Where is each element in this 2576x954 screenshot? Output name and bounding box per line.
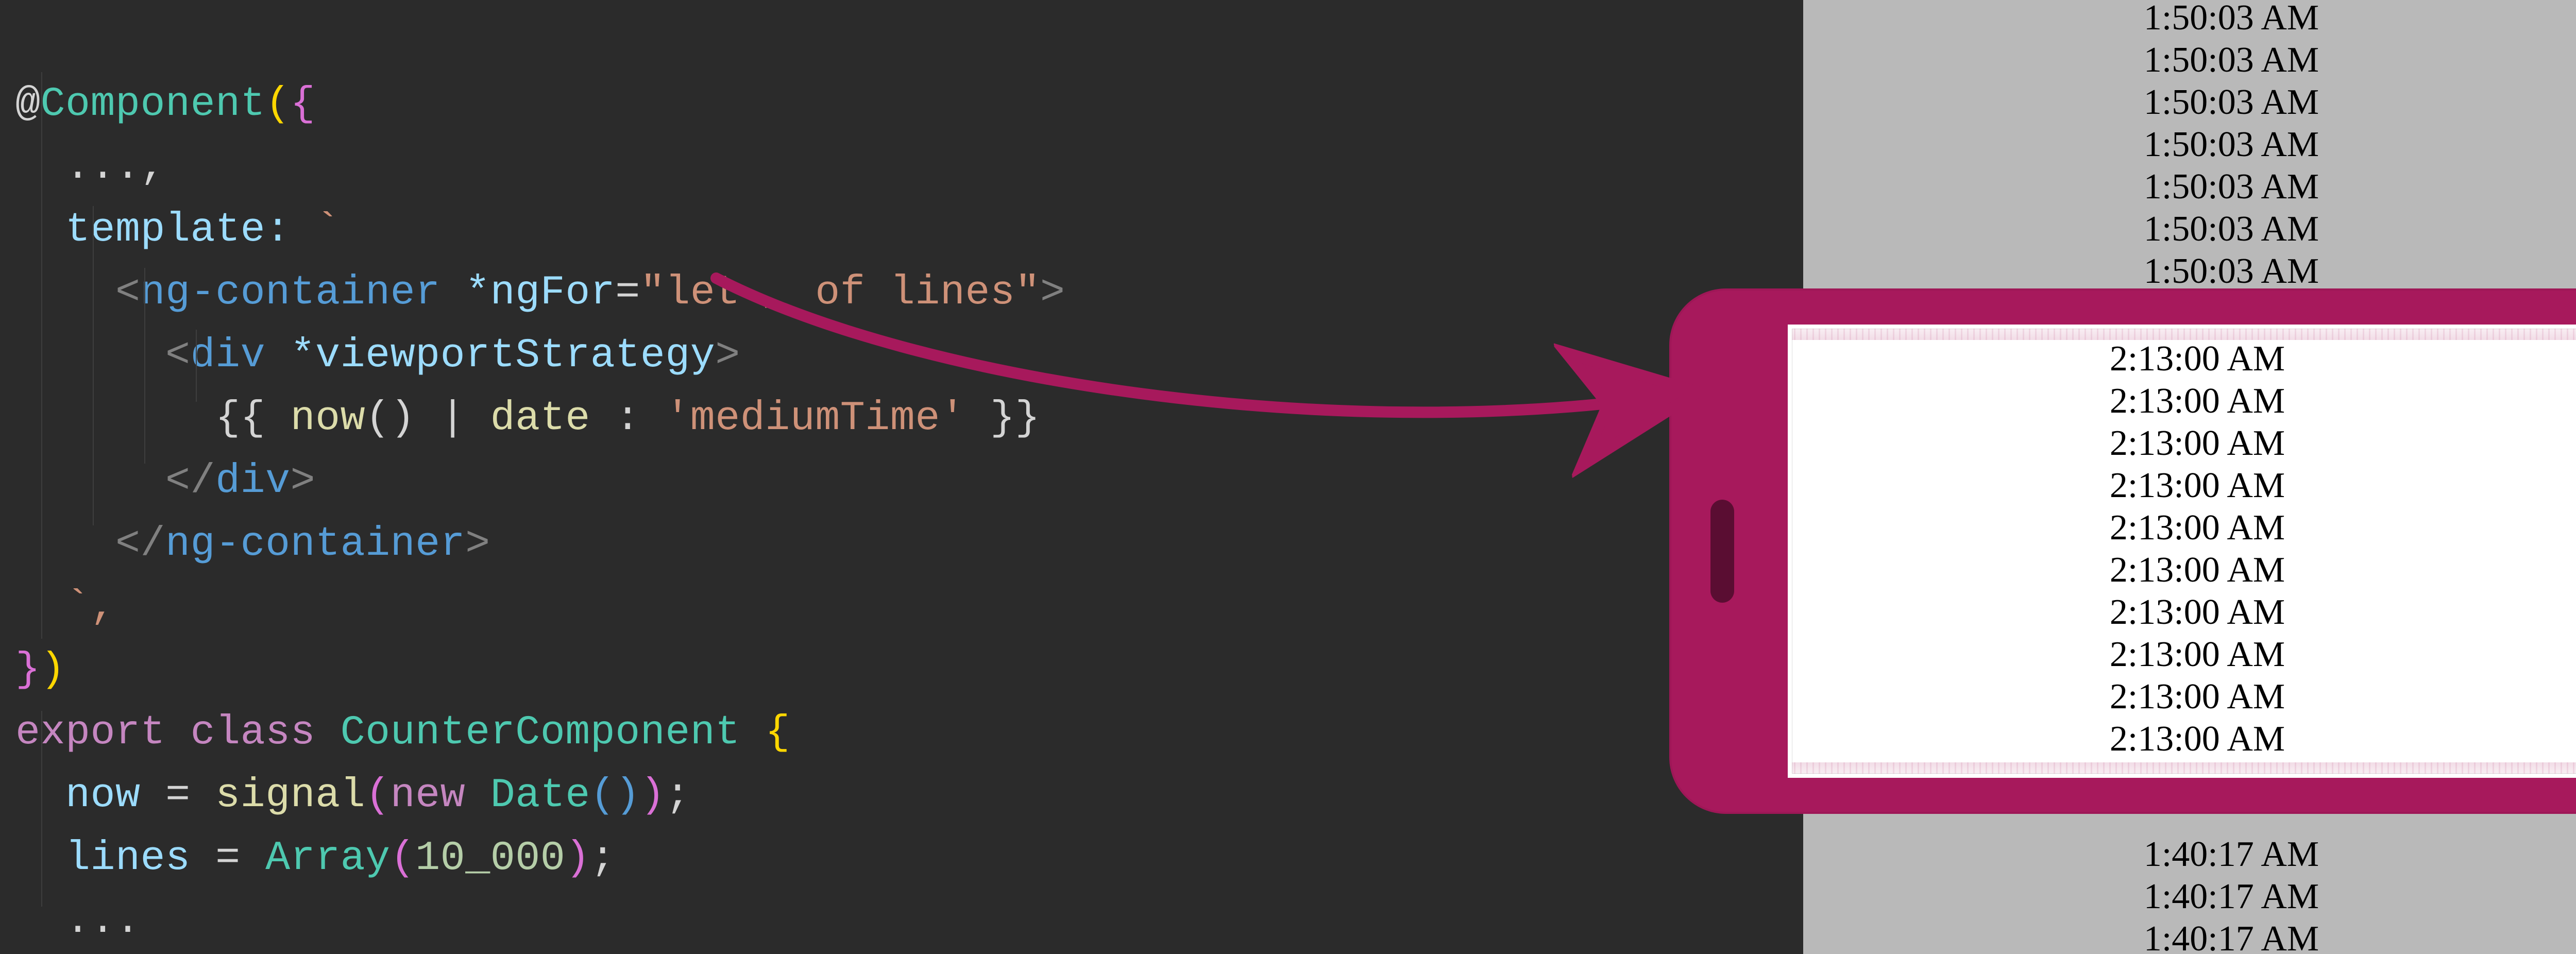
time-list-before: 1:50:03 AM 1:50:03 AM 1:50:03 AM 1:50:03…	[1803, 0, 2576, 293]
time-line: 2:13:00 AM	[1792, 718, 2576, 760]
code-token: `,	[65, 584, 115, 631]
code-token-attrval: "let _ of lines"	[640, 269, 1040, 316]
code-token: date	[490, 395, 590, 442]
code-token: (	[265, 81, 291, 128]
code-token: @	[15, 81, 41, 128]
time-line: 2:13:00 AM	[1792, 507, 2576, 549]
code-token-tag: div	[215, 458, 291, 505]
code-token-attr: *viewportStrategy	[291, 332, 716, 379]
code-token-number: 10_000	[415, 835, 565, 882]
code-token: ()	[365, 395, 415, 442]
phone-screen[interactable]: 2:13:00 AM 2:13:00 AM 2:13:00 AM 2:13:00…	[1788, 325, 2576, 778]
code-token: <	[165, 332, 191, 379]
code-token: >	[715, 332, 740, 379]
time-line: 1:50:03 AM	[1803, 0, 2576, 39]
time-line: 1:40:17 AM	[1803, 918, 2576, 954]
code-token: {	[765, 709, 790, 756]
time-line: 2:13:00 AM	[1792, 465, 2576, 507]
time-list-viewport: 2:13:00 AM 2:13:00 AM 2:13:00 AM 2:13:00…	[1792, 338, 2576, 760]
time-line: 1:40:17 AM	[1803, 833, 2576, 876]
time-line: 1:50:03 AM	[1803, 39, 2576, 81]
code-token-tag: ng-container	[165, 521, 465, 568]
indent-guide	[196, 330, 197, 402]
code-editor[interactable]: @Component({ ..., template: ` <ng-contai…	[0, 0, 1803, 954]
time-line: 1:40:17 AM	[1803, 876, 2576, 918]
code-token: }	[15, 646, 41, 693]
code-token-func: signal	[215, 772, 365, 819]
code-token: ;	[590, 835, 616, 882]
code-token: ...	[65, 898, 141, 945]
code-token-var: now	[65, 772, 141, 819]
time-line: 2:13:00 AM	[1792, 549, 2576, 591]
code-token-attr: *ngFor	[465, 269, 615, 316]
indent-guide	[41, 72, 42, 639]
code-token: (	[365, 772, 391, 819]
code-token-key: template:	[65, 207, 291, 253]
code-token: =	[615, 269, 640, 316]
code-token: `	[315, 207, 341, 253]
time-line: 2:13:00 AM	[1792, 380, 2576, 422]
code-token: (	[391, 835, 416, 882]
time-line: 2:13:00 AM	[1792, 676, 2576, 718]
code-token: )	[565, 835, 590, 882]
code-token-tag: div	[191, 332, 266, 379]
code-token: 'mediumTime'	[665, 395, 965, 442]
code-token: }}	[965, 395, 1040, 442]
code-token: =	[215, 835, 241, 882]
code-token-tag: ng-container	[141, 269, 440, 316]
time-list-after: 1:40:17 AM 1:40:17 AM 1:40:17 AM 1:40:17…	[1803, 833, 2576, 954]
code-token-class: Date	[490, 772, 590, 819]
code-token-decorator: Component	[41, 81, 266, 128]
time-line: 1:50:03 AM	[1803, 208, 2576, 250]
time-line: 2:13:00 AM	[1792, 422, 2576, 465]
code-token-class: Array	[265, 835, 391, 882]
code-token-class: CounterComponent	[341, 709, 740, 756]
code-token: {	[291, 81, 316, 128]
time-line: 1:50:03 AM	[1803, 124, 2576, 166]
code-token: </	[165, 458, 215, 505]
phone-speaker-icon	[1710, 500, 1734, 603]
indent-guide	[93, 206, 94, 525]
code-token: =	[165, 772, 191, 819]
code-token: >	[465, 521, 490, 568]
code-token: >	[291, 458, 316, 505]
code-token-func: now	[291, 395, 366, 442]
indent-guide	[144, 268, 145, 464]
code-token: {{	[215, 395, 291, 442]
time-line: 1:50:03 AM	[1803, 81, 2576, 124]
code-token: <	[115, 269, 141, 316]
time-line: 2:13:00 AM	[1792, 634, 2576, 676]
code-token: >	[1040, 269, 1065, 316]
code-token: ()	[590, 772, 640, 819]
time-line: 1:50:03 AM	[1803, 250, 2576, 293]
code-token-var: lines	[65, 835, 191, 882]
code-token: ...,	[65, 144, 165, 191]
code-token: |	[415, 395, 490, 442]
code-token-keyword: new	[391, 772, 466, 819]
time-line: 2:13:00 AM	[1792, 338, 2576, 380]
code-token-keyword: export	[15, 709, 165, 756]
time-line: 1:50:03 AM	[1803, 166, 2576, 208]
time-line: 2:13:00 AM	[1792, 591, 2576, 634]
code-token-keyword: class	[191, 709, 316, 756]
phone-mockup: 2:13:00 AM 2:13:00 AM 2:13:00 AM 2:13:00…	[1669, 288, 2576, 814]
code-token: )	[640, 772, 666, 819]
indent-guide	[41, 711, 42, 907]
code-token: ;	[665, 772, 690, 819]
code-token: </	[115, 521, 165, 568]
code-token: :	[590, 395, 666, 442]
code-token: )	[41, 646, 66, 693]
